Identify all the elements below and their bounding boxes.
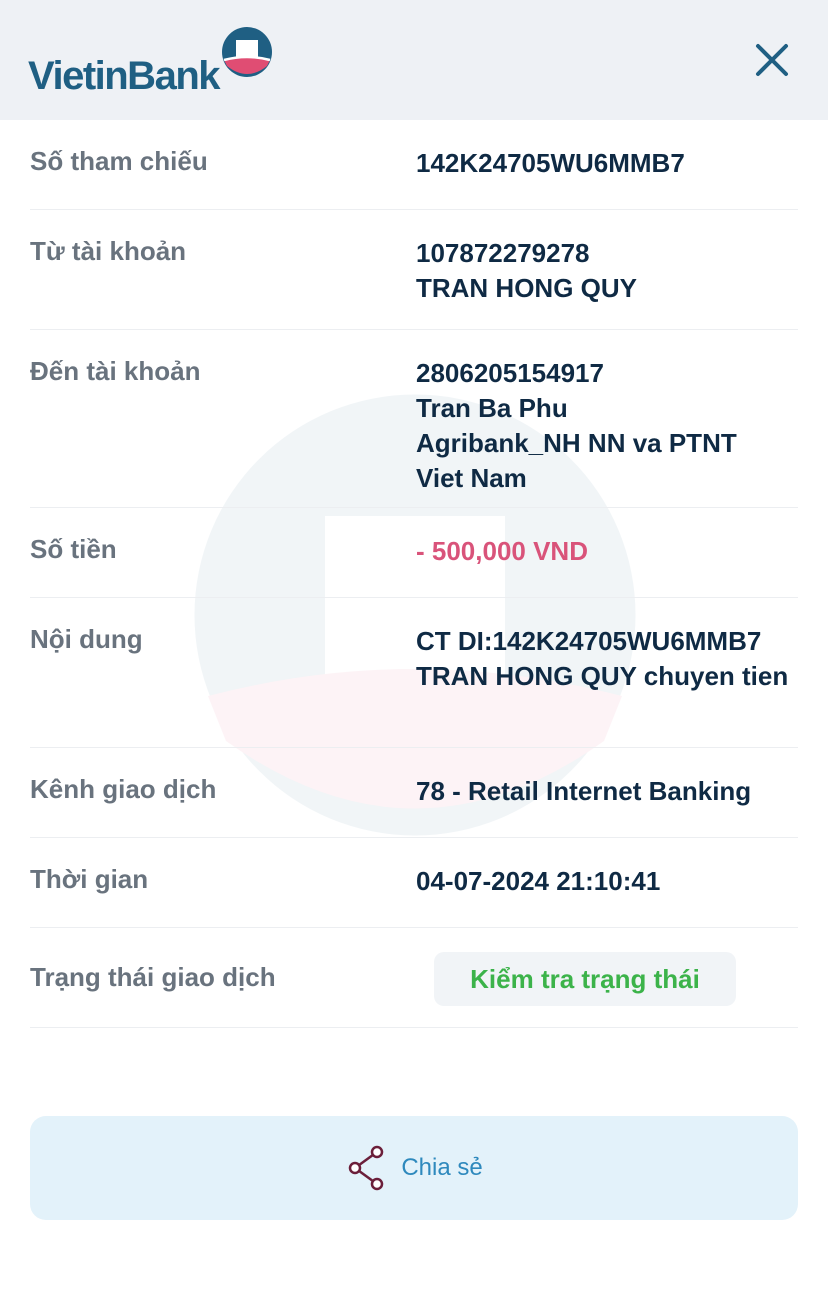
row-from-account: Từ tài khoản 107872279278 TRAN HONG QUY bbox=[30, 210, 798, 330]
reference-label: Số tham chiếu bbox=[30, 146, 208, 176]
vietinbank-logo: VietinBank bbox=[28, 26, 278, 98]
to-account-label: Đến tài khoản bbox=[30, 356, 201, 386]
close-icon bbox=[756, 44, 788, 76]
from-account-number: 107872279278 bbox=[416, 238, 590, 268]
content-label: Nội dung bbox=[30, 624, 143, 654]
transaction-detail-screen: VietinBank Số tham chiếu 142K24705WU6MMB… bbox=[0, 0, 828, 1308]
row-amount: Số tiền - 500,000 VND bbox=[30, 508, 798, 598]
time-label: Thời gian bbox=[30, 864, 149, 894]
to-account-number: 2806205154917 bbox=[416, 358, 604, 388]
row-to-account: Đến tài khoản 2806205154917 Tran Ba Phu … bbox=[30, 330, 798, 508]
amount-value: - 500,000 VND bbox=[416, 536, 588, 566]
to-account-bank-country: Viet Nam bbox=[416, 463, 527, 493]
to-account-value: 2806205154917 Tran Ba Phu Agribank_NH NN… bbox=[416, 356, 737, 496]
share-icon bbox=[349, 1145, 384, 1191]
time-value: 04-07-2024 21:10:41 bbox=[416, 866, 661, 896]
check-status-button[interactable]: Kiểm tra trạng thái bbox=[434, 952, 736, 1006]
to-account-bank: Agribank_NH NN va PTNT bbox=[416, 428, 737, 458]
channel-label: Kênh giao dịch bbox=[30, 774, 217, 804]
row-time: Thời gian 04-07-2024 21:10:41 bbox=[30, 838, 798, 928]
share-button[interactable]: Chia sẻ bbox=[30, 1116, 798, 1220]
transaction-details: Số tham chiếu 142K24705WU6MMB7 Từ tài kh… bbox=[30, 120, 798, 1028]
content-value: CT DI:142K24705WU6MMB7 TRAN HONG QUY chu… bbox=[416, 626, 789, 691]
header: VietinBank bbox=[0, 0, 828, 120]
share-label: Chia sẻ bbox=[401, 1154, 483, 1181]
from-account-name: TRAN HONG QUY bbox=[416, 273, 637, 303]
row-channel: Kênh giao dịch 78 - Retail Internet Bank… bbox=[30, 748, 798, 838]
row-status: Trạng thái giao dịch Kiểm tra trạng thái bbox=[30, 928, 798, 1028]
amount-label: Số tiền bbox=[30, 534, 117, 564]
channel-value: 78 - Retail Internet Banking bbox=[416, 776, 752, 806]
logo-wordmark: VietinBank bbox=[28, 54, 221, 98]
reference-value: 142K24705WU6MMB7 bbox=[416, 148, 685, 178]
logo-mark-icon bbox=[222, 27, 272, 77]
status-label: Trạng thái giao dịch bbox=[30, 962, 276, 992]
from-account-value: 107872279278 TRAN HONG QUY bbox=[416, 236, 637, 306]
row-reference: Số tham chiếu 142K24705WU6MMB7 bbox=[30, 120, 798, 210]
close-button[interactable] bbox=[752, 40, 792, 80]
from-account-label: Từ tài khoản bbox=[30, 236, 187, 266]
row-content: Nội dung CT DI:142K24705WU6MMB7 TRAN HON… bbox=[30, 598, 798, 748]
to-account-name: Tran Ba Phu bbox=[416, 393, 568, 423]
